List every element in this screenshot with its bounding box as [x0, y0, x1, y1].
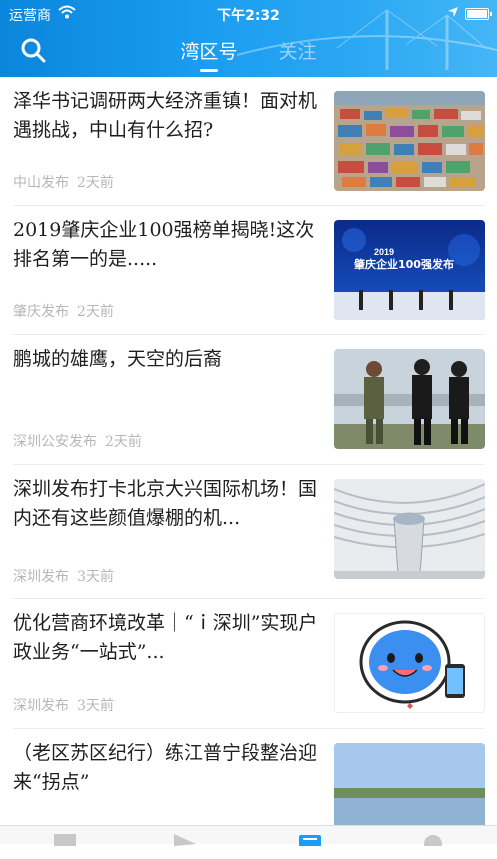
article-meta: 深圳发布 3天前 — [13, 695, 114, 715]
stage-year: 2019 — [374, 247, 394, 257]
send-icon[interactable] — [172, 832, 198, 846]
article-meta: 肇庆发布 2天前 — [13, 301, 114, 321]
article-title: 深圳发布打卡北京大兴国际机场！国内还有这些颜值爆棚的机... — [13, 478, 318, 529]
article-source: 深圳公安发布 — [13, 434, 97, 450]
article-thumbnail — [334, 479, 485, 579]
article-item[interactable]: 2019肇庆企业100强榜单揭晓!这次排名第一的是..... 肇庆发布 2天前 2… — [0, 206, 497, 335]
location-icon — [448, 7, 458, 17]
header-tabs: 湾区号 关注 — [0, 37, 497, 73]
tab-label: 湾区号 — [180, 41, 238, 63]
article-source: 中山发布 — [13, 175, 69, 191]
article-time: 3天前 — [77, 569, 114, 585]
article-thumbnail — [334, 613, 485, 713]
airport-interior-image — [334, 479, 485, 579]
status-bar: 运营商 下午2:32 — [0, 0, 497, 26]
article-meta: 深圳公安发布 2天前 — [13, 431, 142, 451]
article-thumbnail: 2019 肇庆企业100强发布 — [334, 220, 485, 320]
profile-icon[interactable] — [420, 832, 446, 846]
article-title: 优化营商环境改革｜“ｉ深圳”实现户政业务“一站式”... — [13, 612, 318, 663]
news-icon[interactable] — [52, 832, 78, 846]
active-tab-indicator — [199, 69, 218, 72]
article-item[interactable]: 优化营商环境改革｜“ｉ深圳”实现户政业务“一站式”... 深圳发布 3天前 — [0, 599, 497, 729]
stage-banner-text: 肇庆企业100强发布 — [353, 257, 454, 271]
tab-bay-area[interactable]: 湾区号 — [180, 37, 238, 72]
article-thumbnail — [334, 349, 485, 449]
header: 运营商 下午2:32 湾区号 关注 — [0, 0, 497, 77]
article-time: 2天前 — [77, 304, 114, 320]
article-thumbnail — [334, 91, 485, 191]
article-item[interactable]: 鹏城的雄鹰，天空的后裔 深圳公安发布 2天前 — [0, 335, 497, 465]
bottom-tab-bar — [0, 825, 497, 846]
article-time: 3天前 — [77, 698, 114, 714]
police-pilots-image — [334, 349, 485, 449]
article-title: 泽华书记调研两大经济重镇！面对机遇挑战，中山有什么招? — [13, 90, 318, 141]
battery-icon — [465, 8, 492, 20]
article-time: 2天前 — [77, 175, 114, 191]
conference-stage-image: 2019 肇庆企业100强发布 — [334, 220, 485, 320]
bay-icon[interactable] — [297, 832, 323, 846]
article-item[interactable]: 泽华书记调研两大经济重镇！面对机遇挑战，中山有什么招? 中山发布 2天前 — [0, 77, 497, 206]
clock: 下午2:32 — [217, 8, 280, 24]
tab-label: 关注 — [278, 41, 317, 63]
article-title: 鹏城的雄鹰，天空的后裔 — [13, 348, 223, 370]
tab-following[interactable]: 关注 — [279, 37, 317, 64]
mascot-image — [335, 614, 484, 712]
article-source: 肇庆发布 — [13, 304, 69, 320]
article-source: 深圳发布 — [13, 569, 69, 585]
article-meta: 深圳发布 3天前 — [13, 566, 114, 586]
article-title: 2019肇庆企业100强榜单揭晓!这次排名第一的是..... — [13, 219, 315, 270]
article-item[interactable]: 深圳发布打卡北京大兴国际机场！国内还有这些颜值爆棚的机... 深圳发布 3天前 — [0, 465, 497, 599]
article-meta: 中山发布 2天前 — [13, 172, 114, 192]
article-time: 2天前 — [105, 434, 142, 450]
container-port-image — [334, 91, 485, 191]
article-source: 深圳发布 — [13, 698, 69, 714]
article-title: （老区苏区纪行）练江普宁段整治迎来“拐点” — [13, 742, 318, 793]
